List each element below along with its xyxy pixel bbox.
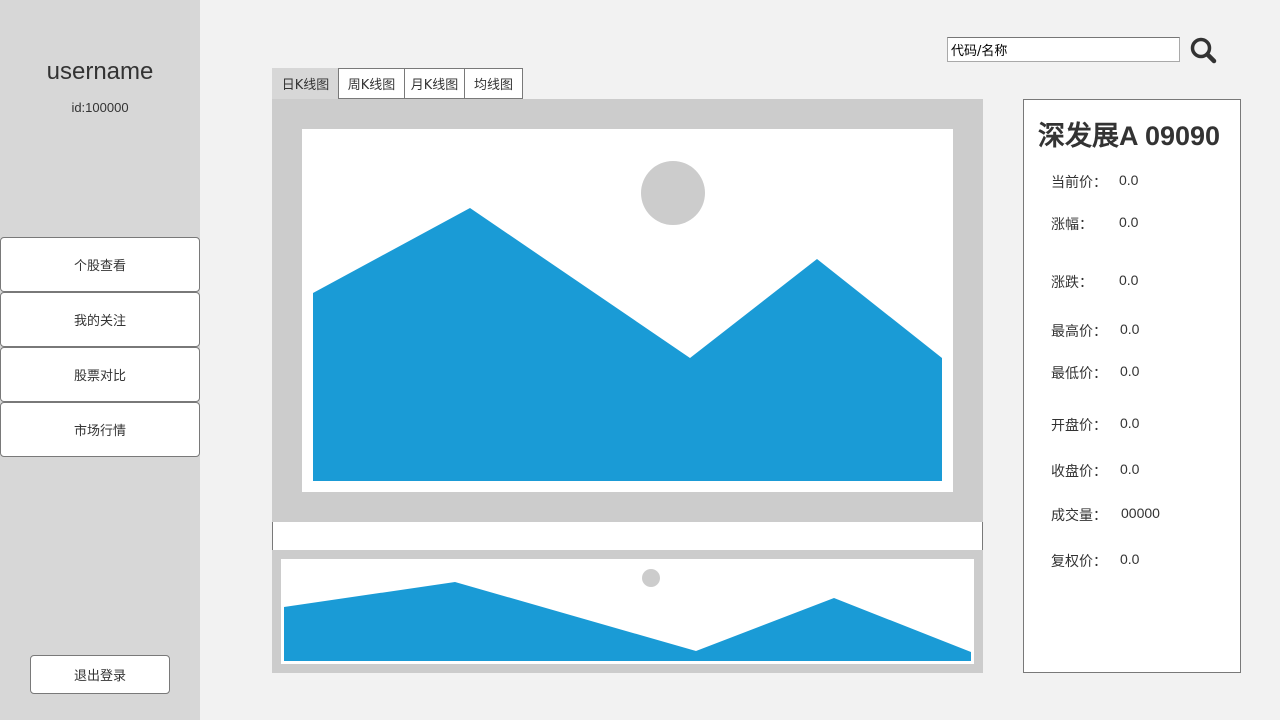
info-row-high: 最高价： 0.0 (1051, 321, 1139, 341)
image-placeholder-icon (313, 161, 942, 481)
tab-label: 日K线图 (281, 78, 330, 93)
placeholder-mountains (284, 582, 971, 661)
nav-item-stock-view[interactable]: 个股查看 (0, 237, 200, 292)
nav-item-label: 股票对比 (73, 369, 126, 384)
tab-monthly-k[interactable]: 月K线图 (404, 68, 465, 99)
user-id: id:100000 (71, 100, 129, 115)
tab-label: 月K线图 (410, 78, 459, 93)
field-value: 0.0 (1120, 415, 1140, 431)
mini-chart-area (281, 559, 974, 664)
sidebar: username id:100000 个股查看 我的关注 股票对比 市场行情 退… (0, 0, 200, 720)
logout-button[interactable]: 退出登录 (30, 655, 170, 694)
info-row-low: 最低价： 0.0 (1051, 363, 1139, 383)
stock-name: 深发展A 09090 (1038, 121, 1221, 151)
tab-label: 周K线图 (347, 78, 396, 93)
info-row-adjusted-price: 复权价： 0.0 (1051, 551, 1139, 571)
field-label: 开盘价： (1051, 418, 1107, 434)
range-slider-bar[interactable] (272, 522, 983, 550)
nav-item-label: 个股查看 (73, 259, 126, 274)
tab-moving-average[interactable]: 均线图 (464, 68, 523, 99)
tab-daily-k[interactable]: 日K线图 (272, 68, 339, 99)
field-label: 最低价： (1051, 366, 1107, 382)
tab-weekly-k[interactable]: 周K线图 (338, 68, 405, 99)
chart-tabs: 日K线图 周K线图 月K线图 均线图 (272, 68, 523, 99)
field-label: 当前价： (1051, 175, 1107, 191)
main-chart-placeholder (272, 99, 983, 522)
logout-label: 退出登录 (73, 669, 126, 684)
field-label: 复权价： (1051, 554, 1107, 570)
nav-item-my-watchlist[interactable]: 我的关注 (0, 292, 200, 347)
field-value: 0.0 (1120, 551, 1140, 567)
field-value: 0.0 (1119, 172, 1139, 188)
placeholder-sun (641, 161, 705, 225)
info-row-change: 涨跌： 0.0 (1051, 272, 1138, 292)
field-label: 涨幅： (1051, 217, 1093, 233)
search-input[interactable] (947, 37, 1180, 62)
info-row-current-price: 当前价： 0.0 (1051, 172, 1138, 192)
username: username (46, 58, 154, 85)
nav-item-label: 我的关注 (73, 314, 126, 329)
field-value: 0.0 (1120, 321, 1140, 337)
main-chart-area (302, 129, 953, 492)
stock-info-panel: 深发展A 09090 当前价： 0.0 涨幅： 0.0 涨跌： 0.0 最高价：… (1023, 99, 1241, 673)
search-icon (1190, 37, 1217, 64)
field-value: 0.0 (1120, 363, 1140, 379)
nav-item-stock-compare[interactable]: 股票对比 (0, 347, 200, 402)
field-label: 收盘价： (1051, 464, 1107, 480)
nav-item-market[interactable]: 市场行情 (0, 402, 200, 457)
field-label: 涨跌： (1051, 275, 1093, 291)
nav-item-label: 市场行情 (73, 424, 126, 439)
placeholder-sun (642, 569, 660, 587)
field-label: 成交量： (1051, 508, 1107, 524)
placeholder-mountains (313, 208, 942, 481)
image-placeholder-icon (284, 569, 971, 661)
info-row-open: 开盘价： 0.0 (1051, 415, 1139, 435)
field-value: 00000 (1121, 505, 1160, 521)
search-button[interactable] (1188, 35, 1218, 65)
tab-label: 均线图 (473, 78, 513, 93)
field-value: 0.0 (1120, 461, 1140, 477)
field-value: 0.0 (1119, 272, 1139, 288)
sidebar-nav: 个股查看 我的关注 股票对比 市场行情 (0, 237, 200, 457)
field-label: 最高价： (1051, 324, 1107, 340)
mini-chart-placeholder (272, 550, 983, 673)
info-row-close: 收盘价： 0.0 (1051, 461, 1139, 481)
info-row-volume: 成交量： 00000 (1051, 505, 1160, 525)
info-row-change-percent: 涨幅： 0.0 (1051, 214, 1138, 234)
field-value: 0.0 (1119, 214, 1139, 230)
